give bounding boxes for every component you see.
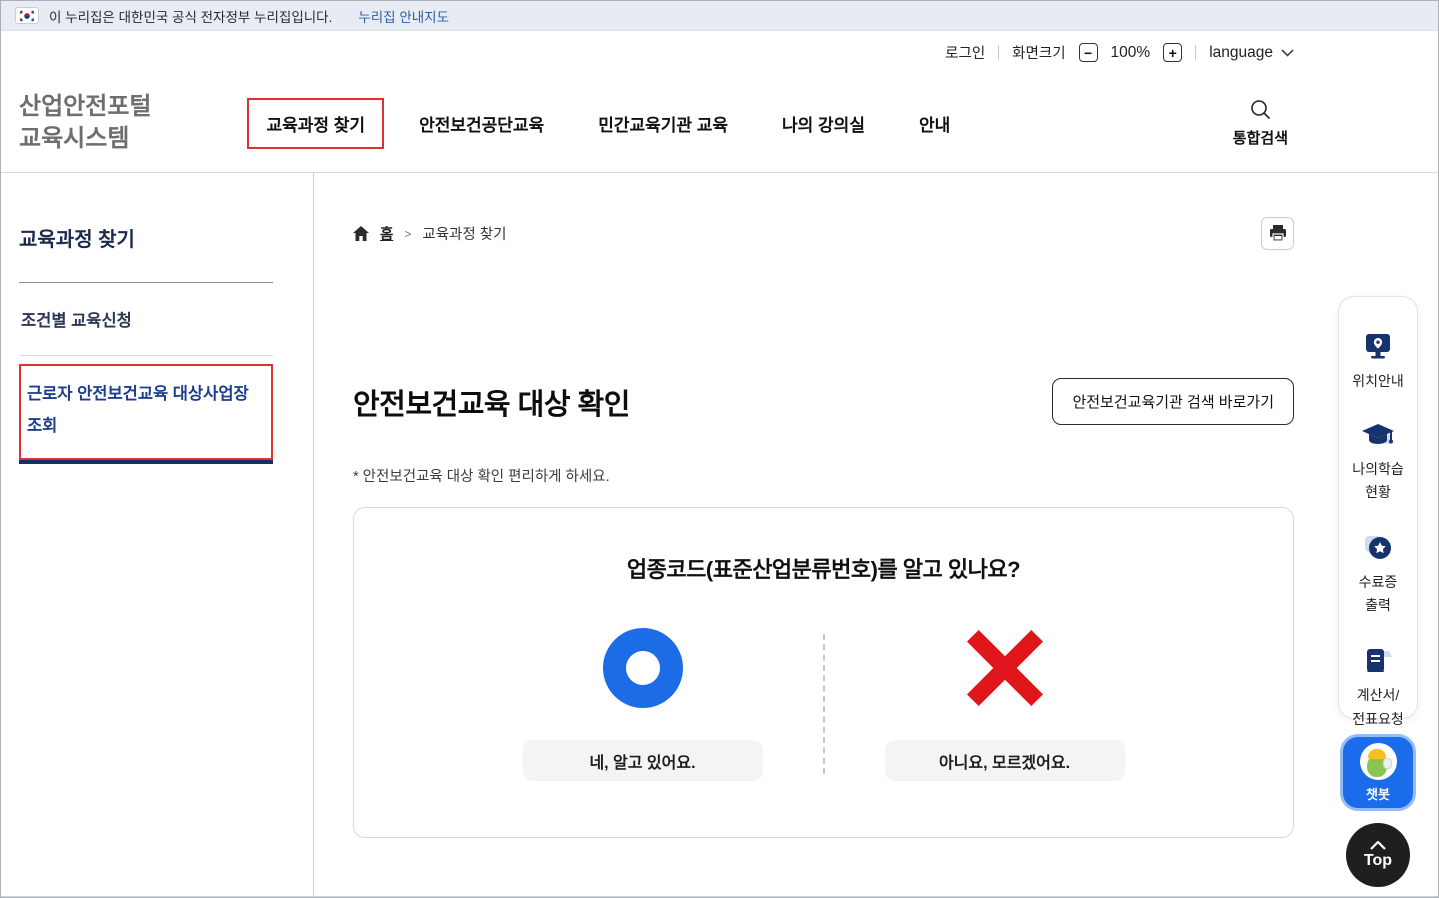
chevron-up-icon xyxy=(1370,841,1386,850)
top-label: Top xyxy=(1364,852,1392,870)
logo-line2: 교육시스템 xyxy=(19,123,151,155)
quick-item-label: 계산서/ 전표요청 xyxy=(1352,684,1404,730)
page-subtitle: * 안전보건교육 대상 확인 편리하게 하세요. xyxy=(353,465,1294,486)
quick-item-label: 수료증 출력 xyxy=(1359,571,1398,617)
page: 이 누리집은 대한민국 공식 전자정부 누리집입니다. 누리집 안내지도 로그인… xyxy=(0,0,1439,898)
zoom-out-button[interactable]: − xyxy=(1079,43,1098,62)
sidebar-title: 교육과정 찾기 xyxy=(19,223,273,252)
site-logo[interactable]: 산업안전포털 교육시스템 xyxy=(19,91,151,156)
nav-item-kosha-education[interactable]: 안전보건공단교육 xyxy=(400,98,563,149)
quick-item-label: 나의학습 현황 xyxy=(1352,458,1404,504)
o-circle-icon xyxy=(603,626,683,710)
yes-button[interactable]: 네, 알고 있어요. xyxy=(523,740,763,781)
sidebar-divider xyxy=(19,355,273,356)
chatbot-avatar-icon xyxy=(1360,743,1397,780)
login-link[interactable]: 로그인 xyxy=(945,42,985,63)
graduation-cap-icon xyxy=(1361,423,1395,449)
chevron-down-icon xyxy=(1281,49,1294,57)
utility-divider xyxy=(998,45,999,60)
quick-item-location-guide[interactable]: 위치안내 xyxy=(1352,333,1404,393)
options-divider xyxy=(823,634,825,774)
zoom-level-value: 100% xyxy=(1111,44,1151,62)
screen-size-label: 화면크기 xyxy=(1012,42,1065,63)
zoom-in-button[interactable]: + xyxy=(1163,43,1182,62)
header: 산업안전포털 교육시스템 교육과정 찾기 안전보건공단교육 민간교육기관 교육 … xyxy=(1,74,1438,173)
sidebar-item-conditional-application[interactable]: 조건별 교육신청 xyxy=(19,283,273,355)
option-no: 아니요, 모르겠어요. xyxy=(885,626,1125,781)
search-label: 통합검색 xyxy=(1233,127,1288,148)
site-map-link[interactable]: 누리집 안내지도 xyxy=(358,6,449,26)
quick-menu-panel: 위치안내 나의학습 현황 수료증 출력 xyxy=(1338,296,1418,719)
sidebar-item-worker-safety-education-lookup[interactable]: 근로자 안전보건교육 대상사업장 조회 xyxy=(19,364,273,460)
breadcrumb-current: 교육과정 찾기 xyxy=(422,223,506,244)
scroll-to-top-button[interactable]: Top xyxy=(1346,823,1410,887)
main-nav: 교육과정 찾기 안전보건공단교육 민간교육기관 교육 나의 강의실 안내 xyxy=(247,98,969,149)
breadcrumb-row: 홈 > 교육과정 찾기 xyxy=(353,217,1294,250)
gov-banner: 이 누리집은 대한민국 공식 전자정부 누리집입니다. 누리집 안내지도 xyxy=(1,1,1438,31)
breadcrumb: 홈 > 교육과정 찾기 xyxy=(353,223,506,244)
main-content: 홈 > 교육과정 찾기 안전보건교육 대상 확인 안전보건교육기관 검색 바로가… xyxy=(314,173,1438,898)
question-text: 업종코드(표준산업분류번호)를 알고 있나요? xyxy=(354,552,1293,584)
sidebar-item-active-wrap: 근로자 안전보건교육 대상사업장 조회 xyxy=(19,364,273,464)
chatbot-label: 챗봇 xyxy=(1366,784,1390,803)
utility-divider xyxy=(1195,45,1196,60)
quick-item-my-learning-status[interactable]: 나의학습 현황 xyxy=(1352,423,1404,504)
industry-code-question-card: 업종코드(표준산업분류번호)를 알고 있나요? 네, 알고 있어요. 아니요, … xyxy=(353,507,1294,838)
title-row: 안전보건교육 대상 확인 안전보건교육기관 검색 바로가기 xyxy=(353,378,1294,425)
quick-item-label: 위치안내 xyxy=(1352,370,1404,393)
quick-item-invoice-request[interactable]: 계산서/ 전표요청 xyxy=(1352,647,1404,730)
option-yes: 네, 알고 있어요. xyxy=(523,626,763,781)
breadcrumb-home-link[interactable]: 홈 xyxy=(380,223,393,244)
no-button[interactable]: 아니요, 모르겠어요. xyxy=(885,740,1125,781)
invoice-icon xyxy=(1363,647,1393,675)
nav-item-private-education[interactable]: 민간교육기관 교육 xyxy=(579,98,747,149)
integrated-search-button[interactable]: 통합검색 xyxy=(1233,99,1288,148)
printer-icon xyxy=(1269,225,1287,242)
monitor-location-icon xyxy=(1363,333,1393,361)
page-title: 안전보건교육 대상 확인 xyxy=(353,381,630,423)
korea-flag-icon xyxy=(15,7,39,24)
x-mark-icon xyxy=(966,626,1044,710)
print-button[interactable] xyxy=(1261,217,1294,250)
language-label: language xyxy=(1209,44,1273,62)
search-icon xyxy=(1250,99,1271,120)
nav-item-course-search[interactable]: 교육과정 찾기 xyxy=(247,98,384,149)
breadcrumb-separator: > xyxy=(404,227,411,241)
logo-line1: 산업안전포털 xyxy=(19,91,151,123)
nav-item-guide[interactable]: 안내 xyxy=(900,98,969,149)
chatbot-button[interactable]: 챗봇 xyxy=(1340,734,1416,811)
home-icon xyxy=(353,226,369,241)
education-institution-search-button[interactable]: 안전보건교육기관 검색 바로가기 xyxy=(1052,378,1294,425)
body: 교육과정 찾기 조건별 교육신청 근로자 안전보건교육 대상사업장 조회 홈 >… xyxy=(1,173,1438,898)
sidebar: 교육과정 찾기 조건별 교육신청 근로자 안전보건교육 대상사업장 조회 xyxy=(1,173,314,898)
options-row: 네, 알고 있어요. 아니요, 모르겠어요. xyxy=(354,626,1293,781)
nav-item-my-classroom[interactable]: 나의 강의실 xyxy=(763,98,884,149)
utility-bar: 로그인 화면크기 − 100% + language xyxy=(1,31,1438,74)
language-selector[interactable]: language xyxy=(1209,44,1294,62)
gov-banner-text: 이 누리집은 대한민국 공식 전자정부 누리집입니다. xyxy=(49,6,332,26)
quick-item-certificate-print[interactable]: 수료증 출력 xyxy=(1359,534,1398,617)
certificate-seal-icon xyxy=(1363,534,1393,562)
footer-top-border xyxy=(1,896,1438,897)
